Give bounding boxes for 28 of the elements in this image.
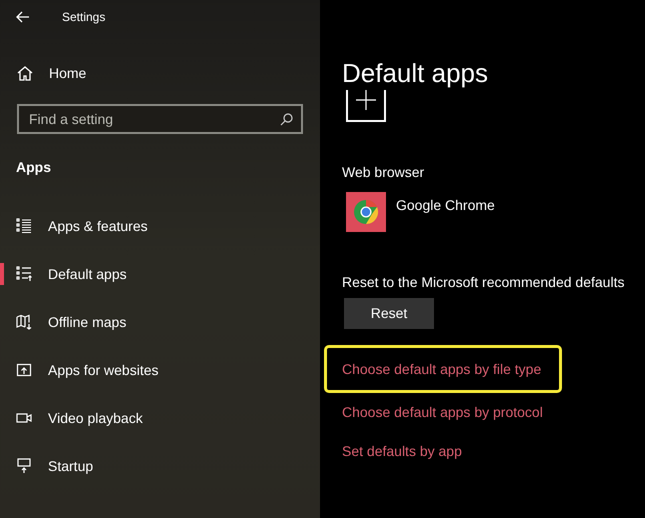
section-heading: Apps [15, 158, 52, 177]
home-icon [17, 66, 33, 80]
home-link[interactable]: Home [0, 58, 320, 88]
browser-app-icon [346, 192, 386, 232]
reset-button[interactable]: Reset [344, 298, 434, 329]
plus-icon [356, 90, 376, 110]
nav-item[interactable]: Apps for websites [0, 346, 320, 394]
back-arrow-icon[interactable] [16, 11, 30, 23]
list-arrow-icon [16, 266, 32, 282]
search-field[interactable]: Find a setting [17, 104, 303, 134]
map-icon [16, 314, 32, 330]
nav-item[interactable]: Apps & features [0, 202, 320, 250]
settings-link[interactable]: Choose default apps by file type [342, 358, 542, 380]
add-default-tile[interactable] [346, 90, 386, 122]
nav-item[interactable]: Video playback [0, 394, 320, 442]
nav-item[interactable]: Default apps [0, 250, 320, 298]
settings-link[interactable]: Set defaults by app [342, 441, 462, 462]
reset-label: Reset to the Microsoft recommended defaults [342, 273, 626, 290]
nav-item[interactable]: Offline maps [0, 298, 320, 346]
browser-choice[interactable]: Google Chrome [346, 192, 645, 232]
settings-link[interactable]: Choose default apps by protocol [342, 402, 543, 423]
page-heading: Default apps [342, 58, 489, 88]
section-label: Web browser [342, 163, 426, 180]
nav-item[interactable]: Startup [0, 442, 320, 490]
monitor-arrow-icon [16, 458, 32, 474]
window-title: Settings [62, 9, 106, 26]
search-icon [280, 113, 293, 126]
list-icon [16, 218, 32, 234]
